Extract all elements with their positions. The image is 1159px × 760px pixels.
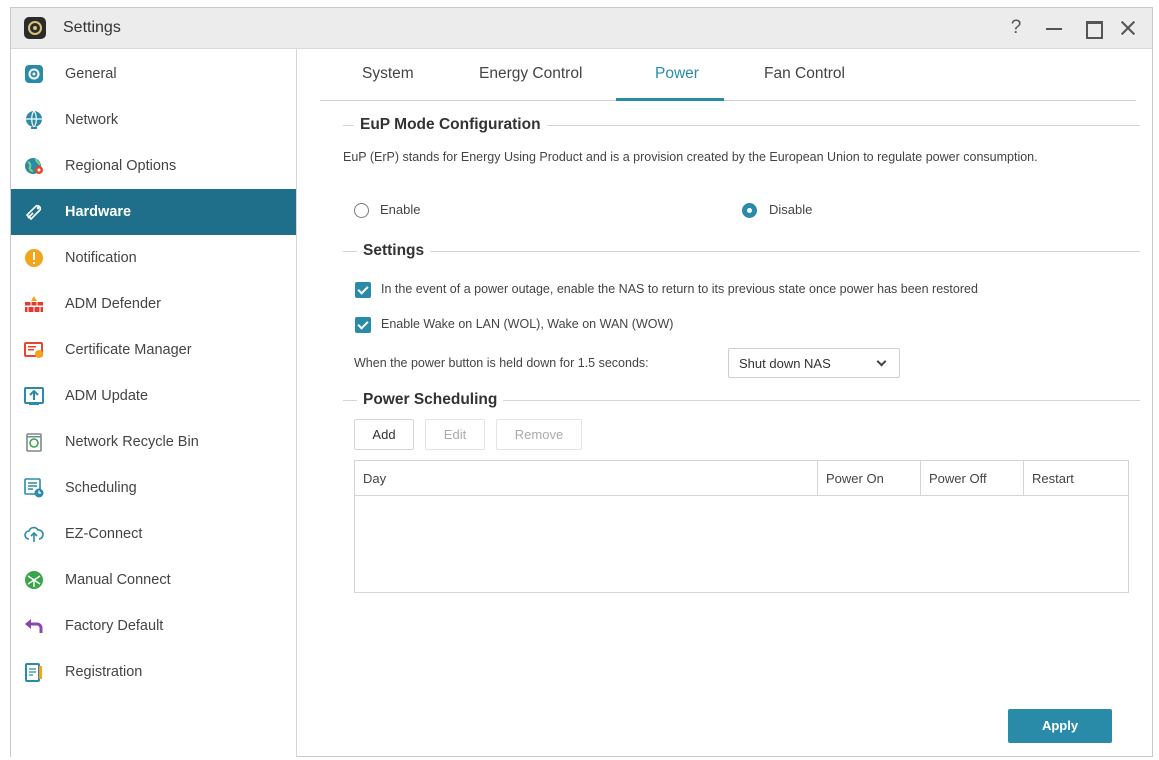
scheduling-icon	[24, 478, 44, 498]
apply-button[interactable]: Apply	[1008, 709, 1112, 743]
sidebar-item-label: Factory Default	[65, 618, 164, 634]
sidebar-item-label: Regional Options	[65, 158, 177, 174]
power-restore-label: In the event of a power outage, enable t…	[381, 282, 978, 296]
wake-on-lan-label: Enable Wake on LAN (WOL), Wake on WAN (W…	[381, 317, 674, 331]
sidebar-item-adm-update[interactable]: ADM Update	[11, 373, 296, 419]
sidebar-item-label: Network	[65, 112, 119, 128]
registration-icon	[25, 663, 42, 682]
settings-app-icon	[24, 17, 46, 39]
update-icon	[24, 387, 44, 405]
sidebar-item-network-recycle-bin[interactable]: Network Recycle Bin	[11, 419, 296, 465]
hardware-icon	[25, 204, 42, 221]
table-header: Day Power On Power Off Restart	[355, 461, 1128, 496]
sidebar-item-notification[interactable]: Notification	[11, 235, 296, 281]
sidebar-item-label: Scheduling	[65, 480, 137, 496]
eup-disable-radio[interactable]	[742, 203, 757, 218]
general-icon	[25, 65, 43, 83]
sidebar-item-label: Hardware	[65, 204, 132, 220]
sidebar-item-label: Manual Connect	[65, 572, 171, 588]
sidebar-item-manual-connect[interactable]: Manual Connect	[11, 557, 296, 603]
cloud-upload-icon	[24, 526, 44, 542]
tab-system[interactable]: System	[362, 65, 414, 83]
sidebar-item-factory-default[interactable]: Factory Default	[11, 603, 296, 649]
eup-enable-radio[interactable]	[354, 203, 369, 218]
sidebar-item-label: Registration	[65, 664, 143, 680]
close-button[interactable]	[1115, 16, 1141, 40]
edit-schedule-button[interactable]: Edit	[425, 419, 485, 450]
power-button-label: When the power button is held down for 1…	[354, 356, 649, 370]
regional-globe-icon	[25, 158, 43, 174]
add-schedule-button[interactable]: Add	[354, 419, 414, 450]
sidebar-item-network[interactable]: Network	[11, 97, 296, 143]
eup-enable-label: Enable	[380, 202, 421, 217]
sidebar-item-label: General	[65, 66, 117, 82]
wake-on-lan-checkbox[interactable]	[355, 317, 371, 333]
eup-description: EuP (ErP) stands for Energy Using Produc…	[343, 150, 1038, 164]
sidebar-item-label: ADM Defender	[65, 296, 161, 312]
maximize-button[interactable]	[1079, 16, 1105, 40]
active-tab-indicator	[616, 98, 724, 101]
sidebar-item-label: Network Recycle Bin	[65, 434, 199, 450]
power-button-action-select[interactable]: Shut down NAS	[728, 348, 900, 378]
window-title: Settings	[63, 19, 121, 36]
sidebar: General Network Regional Options Hardwar…	[11, 49, 297, 757]
minimize-button[interactable]	[1041, 16, 1067, 40]
sidebar-item-general[interactable]: General	[11, 51, 296, 97]
remove-schedule-button[interactable]: Remove	[496, 419, 582, 450]
tab-fan-control[interactable]: Fan Control	[764, 65, 845, 83]
eup-section-title: EuP Mode Configuration	[354, 116, 547, 134]
main-panel: System Energy Control Power Fan Control …	[298, 49, 1153, 757]
sidebar-item-label: EZ-Connect	[65, 526, 143, 542]
sidebar-item-label: Notification	[65, 250, 137, 266]
tab-energy-control[interactable]: Energy Control	[479, 65, 582, 83]
manual-connect-icon	[25, 571, 43, 589]
help-button[interactable]: ?	[1003, 16, 1029, 40]
power-restore-checkbox[interactable]	[355, 282, 371, 298]
sidebar-item-scheduling[interactable]: Scheduling	[11, 465, 296, 511]
defender-wall-icon	[25, 296, 43, 312]
notification-icon	[25, 249, 43, 267]
sidebar-item-regional-options[interactable]: Regional Options	[11, 143, 296, 189]
power-button-action-value: Shut down NAS	[739, 356, 831, 371]
tab-power[interactable]: Power	[655, 65, 699, 83]
tab-bar: System Energy Control Power Fan Control	[320, 57, 1136, 101]
eup-disable-label: Disable	[769, 202, 813, 217]
settings-section-title: Settings	[357, 242, 431, 260]
certificate-icon	[24, 342, 43, 358]
globe-icon	[26, 110, 42, 129]
scheduling-section-title: Power Scheduling	[357, 391, 504, 409]
column-header-power-off[interactable]: Power Off	[920, 461, 1023, 496]
sidebar-item-label: Certificate Manager	[65, 342, 192, 358]
sidebar-item-hardware[interactable]: Hardware	[11, 189, 296, 235]
power-schedule-table: Day Power On Power Off Restart	[354, 460, 1129, 593]
sidebar-item-registration[interactable]: Registration	[11, 649, 296, 695]
sidebar-item-label: ADM Update	[65, 388, 149, 404]
title-bar: Settings ?	[11, 8, 1152, 49]
settings-window: Settings ? General Network Regional Opti…	[10, 7, 1153, 757]
chevron-down-icon	[876, 356, 887, 367]
column-header-day[interactable]: Day	[355, 461, 817, 496]
sidebar-item-certificate-manager[interactable]: Certificate Manager	[11, 327, 296, 373]
section-divider	[343, 251, 1140, 252]
column-header-power-on[interactable]: Power On	[817, 461, 920, 496]
undo-arrow-icon	[25, 619, 43, 633]
sidebar-item-ez-connect[interactable]: EZ-Connect	[11, 511, 296, 557]
column-header-restart[interactable]: Restart	[1023, 461, 1128, 496]
sidebar-item-adm-defender[interactable]: ADM Defender	[11, 281, 296, 327]
recycle-bin-icon	[26, 433, 42, 452]
